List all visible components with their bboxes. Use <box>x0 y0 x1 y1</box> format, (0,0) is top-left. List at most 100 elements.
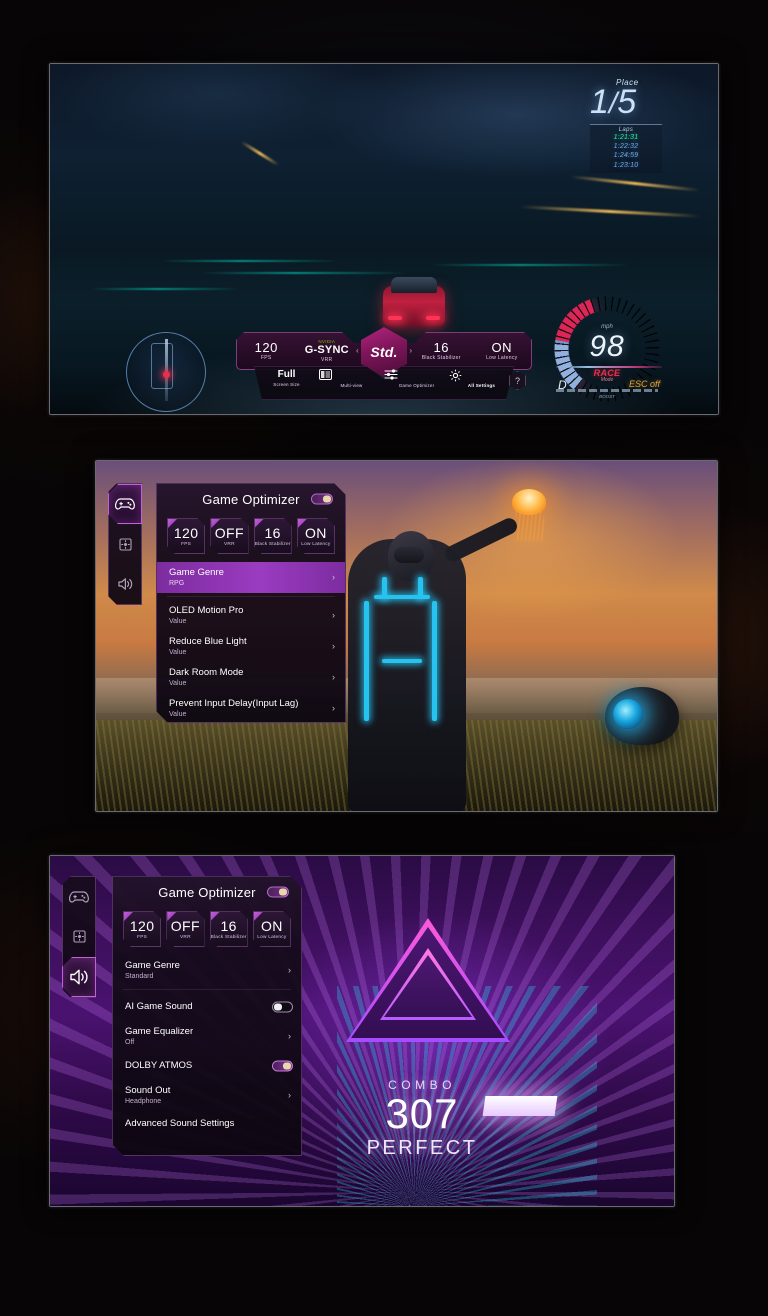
lap-time-row: 1:23:10 <box>613 161 639 169</box>
stat-fps[interactable]: 120 FPS <box>167 518 205 554</box>
speaker-icon <box>117 577 134 591</box>
player-car <box>383 277 445 326</box>
menu-item-ai-game-sound[interactable]: AI Game Sound <box>113 993 301 1021</box>
sidebar-item-game[interactable] <box>62 877 96 917</box>
sidebar-item-game[interactable] <box>108 484 142 524</box>
boost-meter <box>556 389 658 392</box>
menu-item-game-equalizer[interactable]: Game Equalizer Off › <box>113 1021 301 1052</box>
road-light-streak <box>90 288 240 290</box>
lap-time-row: 1:21:31 <box>613 133 639 141</box>
sliders-icon <box>384 369 449 382</box>
menu-title: Game Optimizer <box>202 491 300 507</box>
game-optimizer-toggle[interactable] <box>267 887 289 898</box>
item-title: Advanced Sound Settings <box>125 1117 235 1129</box>
boost-label: BOOST <box>599 394 615 399</box>
combo-display: COMBO 307 PERFECT <box>342 1078 502 1160</box>
minimap-player-dot <box>163 371 170 378</box>
menu-stats: 120 FPS OFF VRR 16 Black Stabilizer ON L… <box>157 514 345 562</box>
menu-stats: 120 FPS OFF VRR 16 Black Stabilizer ON L… <box>113 907 301 955</box>
suit-glow-line <box>382 659 422 663</box>
game-bar-stat-vrr[interactable]: NVIDIA G-SYNC VRR <box>297 339 358 364</box>
menu-item-sound-out[interactable]: Sound Out Headphone › <box>113 1080 301 1111</box>
item-value: Value <box>169 710 187 718</box>
stat-label: VRR <box>224 541 235 547</box>
minimap-heading-line <box>165 339 168 401</box>
stat-vrr[interactable]: OFF VRR <box>210 518 248 554</box>
tv-panel-rhythm: COMBO 307 PERFECT Game Optimizer 120 FPS… <box>49 855 675 1207</box>
ai-game-sound-switch[interactable] <box>272 1001 293 1012</box>
tool-game-optimizer[interactable]: Game Optimizer <box>384 369 449 388</box>
preset-next-arrow[interactable]: › <box>409 346 412 355</box>
stat-low-latency[interactable]: ON Low Latency <box>297 518 335 554</box>
preset-prev-arrow[interactable]: ‹ <box>356 346 359 355</box>
menu-item-dolby-atmos[interactable]: DOLBY ATMOS <box>113 1052 301 1080</box>
game-optimizer-menu: Game Optimizer 120 FPS OFF VRR 16 Black … <box>156 483 346 723</box>
item-title: Sound Out <box>125 1084 171 1096</box>
tool-screen-size[interactable]: Full Screen Size <box>254 369 319 387</box>
stat-value: 16 <box>220 917 237 934</box>
game-optimizer-toggle[interactable] <box>311 494 333 505</box>
stat-value: 16 <box>264 524 281 541</box>
tool-label: Game Optimizer <box>398 383 435 388</box>
game-bar: 120 FPS NVIDIA G-SYNC VRR 16 Black Stabi… <box>236 327 533 404</box>
menu-divider <box>167 596 335 597</box>
judgement-label: PERFECT <box>366 1137 478 1159</box>
game-optimizer-sidebar <box>108 483 142 605</box>
place-total: 5 <box>617 83 637 121</box>
speed-value: 98 <box>589 330 625 363</box>
stat-label: VRR <box>321 357 333 364</box>
item-value: Value <box>169 679 187 687</box>
chevron-right-icon: › <box>332 610 335 621</box>
chevron-right-icon: › <box>288 965 291 976</box>
display-icon <box>73 930 86 943</box>
sidebar-item-picture[interactable] <box>62 917 96 957</box>
menu-item-oled-motion-pro[interactable]: OLED Motion Pro Value › <box>157 600 345 631</box>
menu-item-reduce-blue-light[interactable]: Reduce Blue Light Value › <box>157 631 345 662</box>
dolby-atmos-switch[interactable] <box>272 1060 293 1071</box>
menu-item-advanced-sound-settings[interactable]: Advanced Sound Settings <box>113 1111 301 1135</box>
tool-multi-view[interactable]: Multi-view <box>319 369 384 388</box>
tool-label: Multi-view <box>340 383 363 388</box>
multi-view-icon <box>319 369 384 382</box>
menu-item-prevent-input-delay[interactable]: Prevent Input Delay(Input Lag) Value › <box>157 693 345 723</box>
stat-fps[interactable]: 120 FPS <box>123 911 161 947</box>
companion-drone <box>605 687 679 745</box>
stat-low-latency[interactable]: ON Low Latency <box>253 911 291 947</box>
stat-label: FPS <box>260 355 272 362</box>
minimap-track <box>151 343 173 389</box>
combo-value: 307 <box>385 1090 459 1137</box>
game-bar-stat-fps[interactable]: 120 FPS <box>236 341 297 362</box>
sidebar-item-sound[interactable] <box>108 564 142 604</box>
suit-glow-line <box>364 601 369 721</box>
stat-black-stabilizer[interactable]: 16 Black Stabilizer <box>254 518 292 554</box>
stat-vrr[interactable]: OFF VRR <box>166 911 204 947</box>
suit-glow-line <box>382 577 387 599</box>
item-title: DOLBY ATMOS <box>125 1059 193 1071</box>
stat-black-stabilizer[interactable]: 16 Black Stabilizer <box>210 911 248 947</box>
tool-all-settings[interactable]: All Settings <box>449 369 514 388</box>
minimap: 02:59 <box>126 332 206 412</box>
tool-label: All Settings <box>467 383 496 388</box>
menu-item-dark-room-mode[interactable]: Dark Room Mode Value › <box>157 662 345 693</box>
laps-box: Laps 1:21:31 1:22:32 1:24:59 1:23:10 <box>590 123 662 174</box>
lap-time-row: 1:22:32 <box>613 143 639 151</box>
chevron-right-icon: › <box>332 672 335 683</box>
chevron-right-icon: › <box>332 703 335 714</box>
drone-eye <box>613 699 643 729</box>
stat-label: FPS <box>137 934 148 940</box>
game-bar-stat-black-stabilizer[interactable]: 16 Black Stabilizer <box>411 341 472 362</box>
sidebar-item-picture[interactable] <box>108 524 142 564</box>
menu-item-game-genre[interactable]: Game Genre Standard › <box>113 955 301 986</box>
stat-label: Black Stabilizer <box>421 355 461 362</box>
stat-value: ON <box>304 524 327 541</box>
stat-value: 120 <box>173 524 199 541</box>
sidebar-item-sound[interactable] <box>62 957 96 997</box>
item-value: Value <box>169 617 187 625</box>
item-value: RPG <box>169 579 185 587</box>
nvidia-logo-text: NVIDIA <box>318 338 336 344</box>
item-value: Standard <box>125 972 154 980</box>
lap-time-row: 1:24:59 <box>613 152 639 160</box>
stat-value: G-SYNC <box>304 343 349 356</box>
game-bar-stat-low-latency[interactable]: ON Low Latency <box>472 341 533 362</box>
menu-item-game-genre[interactable]: Game Genre RPG › <box>157 562 345 593</box>
